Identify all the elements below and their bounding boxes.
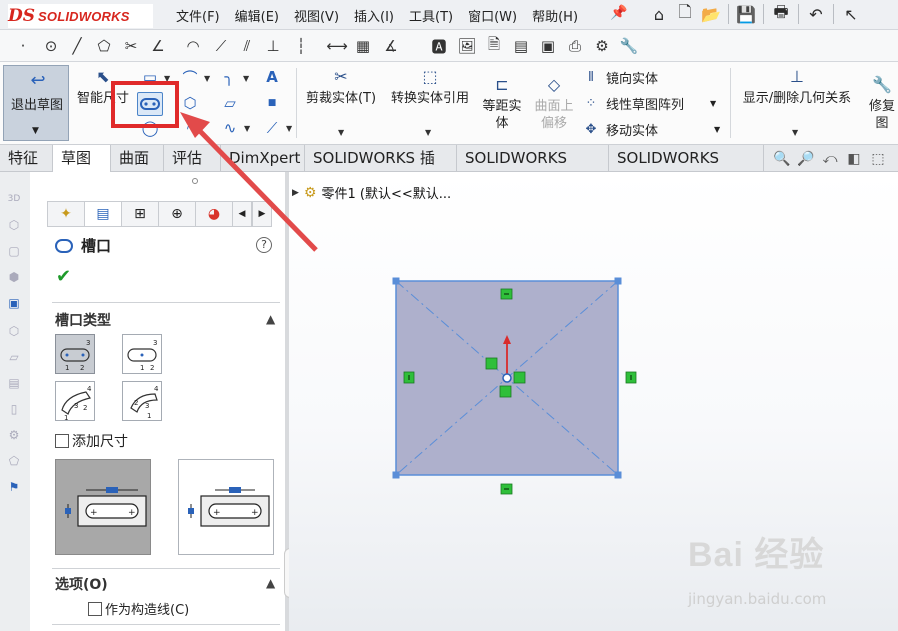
corner-point — [392, 277, 400, 285]
corner-point — [392, 471, 400, 479]
origin-point — [502, 373, 512, 383]
midpoint-relation-icon — [485, 357, 498, 370]
corner-point — [614, 277, 622, 285]
midpoint-relation-icon — [513, 371, 526, 384]
midpoint-relation-icon — [499, 385, 512, 398]
corner-point — [614, 471, 622, 479]
red-pointer-arrow — [194, 125, 318, 252]
baidu-watermark: Bai 经验 jingyan.baidu.com — [688, 536, 827, 608]
